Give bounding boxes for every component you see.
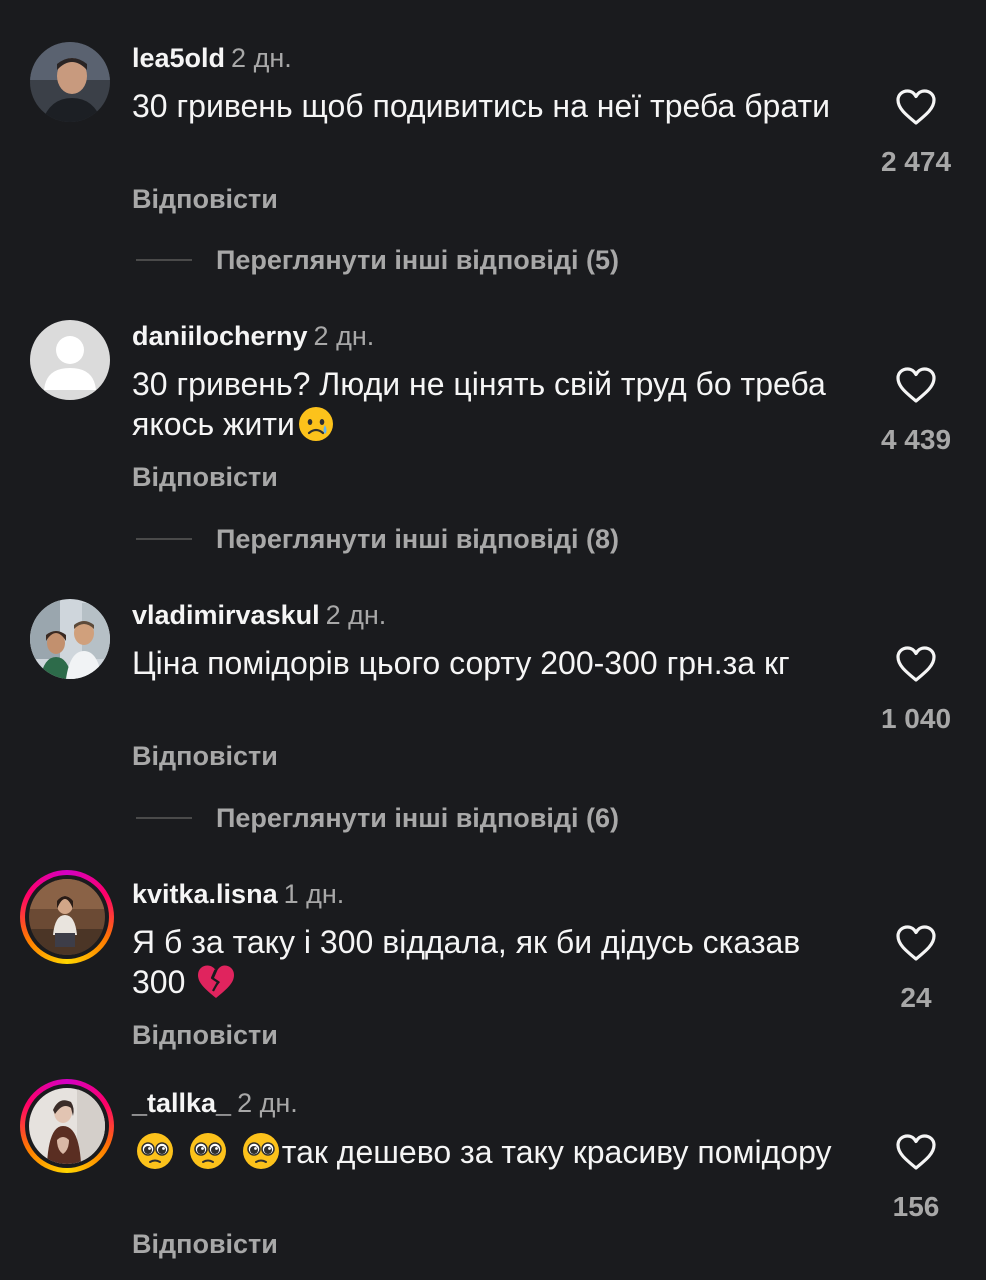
divider-line: [136, 538, 192, 540]
like-button[interactable]: 2 474: [878, 88, 954, 178]
like-button[interactable]: 156: [878, 1133, 954, 1223]
like-count: 24: [900, 982, 932, 1013]
heart-icon: [896, 367, 936, 403]
reply-button[interactable]: Відповісти: [132, 1229, 278, 1260]
comment-text-content: так дешево за таку красиву помідору: [281, 1134, 832, 1170]
profile-photo: [29, 879, 105, 955]
view-more-replies-label: Переглянути інші відповіді (6): [216, 802, 619, 833]
comments-panel: lea5old 2 дн. 30 гривень щоб подивитись н…: [0, 0, 986, 1280]
comment-text: Я б за таку і 300 віддала, як би дідусь …: [132, 922, 852, 1010]
profile-photo-icon: [30, 599, 110, 679]
view-more-replies[interactable]: Переглянути інші відповіді (6): [136, 798, 619, 838]
comment-text: Ціна помідорів цього сорту 200-300 грн.з…: [132, 645, 790, 681]
username[interactable]: lea5old: [132, 43, 225, 73]
reply-button[interactable]: Відповісти: [132, 462, 278, 493]
reply-button[interactable]: Відповісти: [132, 184, 278, 215]
avatar[interactable]: [20, 1079, 114, 1173]
avatar[interactable]: [30, 320, 110, 400]
like-count: 156: [892, 1191, 940, 1222]
username[interactable]: vladimirvaskul: [132, 600, 320, 630]
heart-icon: [896, 925, 936, 961]
avatar[interactable]: [30, 599, 110, 679]
profile-photo-icon: [30, 42, 110, 122]
like-count: 2 474: [880, 146, 952, 177]
story-ring: [25, 875, 109, 959]
story-ring: [25, 1084, 109, 1168]
username[interactable]: kvitka.lisna: [132, 879, 278, 909]
like-count: 4 439: [880, 424, 952, 455]
pleading-face-emoji-icon: [134, 1131, 176, 1180]
crying-face-emoji-icon: [297, 405, 335, 452]
heart-icon: [896, 1134, 936, 1170]
timestamp: 2 дн.: [231, 43, 292, 73]
comment-header: daniilocherny 2 дн.: [132, 320, 374, 352]
comment-header: lea5old 2 дн.: [132, 42, 292, 74]
comment-text-content: 30 гривень? Люди не цінять свій труд бо …: [132, 366, 826, 442]
view-more-replies[interactable]: Переглянути інші відповіді (5): [136, 240, 619, 280]
view-more-replies-label: Переглянути інші відповіді (8): [216, 523, 619, 554]
timestamp: 2 дн.: [325, 600, 387, 630]
divider-line: [136, 259, 192, 261]
reply-button[interactable]: Відповісти: [132, 741, 278, 772]
avatar[interactable]: [30, 42, 110, 122]
profile-photo-icon: [29, 1088, 105, 1164]
comment-header: vladimirvaskul 2 дн.: [132, 599, 386, 631]
divider-line: [136, 817, 192, 819]
comment-header: _tallka_ 2 дн.: [132, 1087, 298, 1119]
heart-icon: [896, 646, 936, 682]
heart-icon: [896, 89, 936, 125]
timestamp: 2 дн.: [313, 321, 375, 351]
view-more-replies[interactable]: Переглянути інші відповіді (8): [136, 519, 619, 559]
username[interactable]: _tallka_: [132, 1088, 231, 1118]
like-button[interactable]: 4 439: [878, 366, 954, 456]
avatar[interactable]: [20, 870, 114, 964]
comment-text: 30 гривень щоб подивитись на неї треба б…: [132, 88, 830, 124]
username[interactable]: daniilocherny: [132, 321, 308, 351]
comment-text: так дешево за таку красиву помідору: [132, 1131, 852, 1180]
profile-photo-icon: [29, 879, 105, 955]
comment-text: 30 гривень? Люди не цінять свій труд бо …: [132, 364, 852, 452]
like-count: 1 040: [880, 703, 952, 734]
profile-photo: [29, 1088, 105, 1164]
comment-header: kvitka.lisna 1 дн.: [132, 878, 344, 910]
broken-heart-emoji-icon: [196, 963, 236, 1010]
like-button[interactable]: 1 040: [878, 645, 954, 735]
timestamp: 2 дн.: [237, 1088, 298, 1118]
timestamp: 1 дн.: [283, 879, 345, 909]
pleading-face-emoji-icon: [240, 1131, 282, 1180]
reply-button[interactable]: Відповісти: [132, 1020, 278, 1051]
view-more-replies-label: Переглянути інші відповіді (5): [216, 244, 619, 275]
like-button[interactable]: 24: [878, 924, 954, 1014]
pleading-face-emoji-icon: [187, 1131, 229, 1180]
default-avatar-icon: [30, 320, 110, 400]
